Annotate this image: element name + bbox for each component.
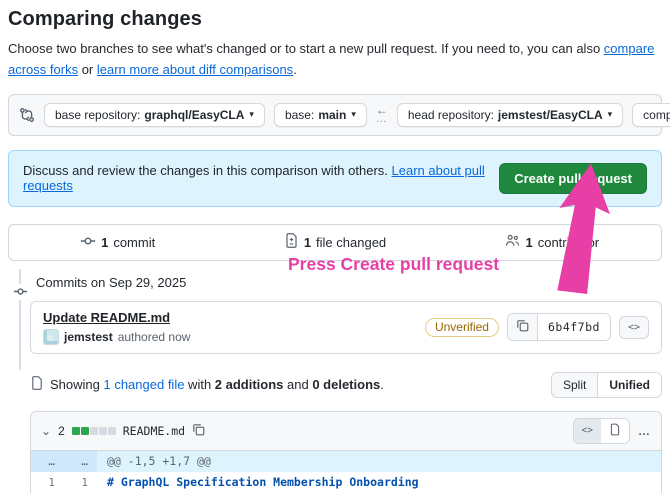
compare-branch-prefix: compare: [643,107,670,122]
diff-filename-link[interactable]: README.md [123,424,185,438]
base-branch-value: main [318,107,347,122]
description-text: . [293,62,297,78]
summary-text: with [184,377,215,393]
changed-file-link[interactable]: 1 changed file [103,377,184,392]
file-diff-icon [30,376,44,393]
diff-table: … … @@ -1,5 +1,7 @@ 1 1 # GraphQL Specif… [31,450,661,493]
line-content: # GraphQL Specification Membership Onboa… [97,472,661,493]
markdown-heading-token: # GraphQL Specification Membership Onboa… [107,475,419,490]
copy-icon [516,319,529,335]
file-diff-icon [284,233,299,251]
summary-text: and [283,377,313,393]
additions-count: 2 additions [214,377,284,393]
browse-code-button[interactable]: <> [618,315,649,339]
hunk-new-gutter[interactable]: … [64,450,97,472]
annotation-label: Press Create pull request [288,254,500,274]
head-repository-prefix: head repository: [407,107,494,122]
page-title: Comparing changes [8,8,202,30]
files-changed-link[interactable]: 1 file changed [226,233,443,252]
copy-commit-sha-button[interactable] [507,314,538,341]
diff-display-segments: <> [572,417,630,444]
copy-path-icon[interactable] [192,423,205,439]
commits-timeline: Commits on Sep 29, 2025 Update README.md… [8,268,662,370]
compare-direction-indicator: ← … [375,104,388,125]
commits-count-link[interactable]: 1 commit [9,233,226,252]
caret-down-icon: ▾ [249,109,254,120]
commit-meta: jemstest authored now [43,328,191,345]
page-description: Choose two branches to see what's change… [8,38,662,81]
base-repository-value: graphql/EasyCLA [144,107,245,122]
old-line-number: 1 [48,475,55,489]
summary-text: Showing [50,377,104,393]
caret-down-icon: ▾ [607,109,613,120]
git-compare-icon [19,107,35,123]
description-text: or [78,62,97,78]
commit-card: Update README.md jemstest authored now U… [30,300,662,354]
base-branch-select[interactable]: base: main ▾ [273,102,367,127]
compare-branch-select[interactable]: compare: patch-2 ▾ [632,102,670,127]
base-branch-prefix: base: [284,107,315,122]
contributors-label: contributor [537,234,600,250]
files-summary-row: Showing 1 changed file with 2 additions … [30,371,662,398]
caret-down-icon: ▾ [351,109,356,120]
create-pull-request-button[interactable]: Create pull request [499,162,647,194]
banner-message: Discuss and review the changes in this c… [23,163,392,179]
files-summary-text: Showing 1 changed file with 2 additions … [30,376,384,393]
code-icon: <> [627,321,640,333]
branch-selector-bar: base repository: graphql/EasyCLA ▾ base:… [8,93,670,136]
people-icon [505,233,520,251]
diff-line-context: 1 1 # GraphQL Specification Membership O… [31,472,661,493]
summary-text: . [380,377,384,393]
contributors-count-link[interactable]: 1 contributor [444,233,661,252]
hunk-row: … … @@ -1,5 +1,7 @@ [31,450,661,472]
diff-file-header: ⌄ 2 README.md <> … [31,411,661,451]
source-view-button[interactable]: <> [573,418,601,443]
collapse-file-chevron[interactable]: ⌄ [41,425,51,437]
range-dots-icon: … [375,112,388,125]
deletions-count: 0 deletions [312,377,381,393]
files-changed-label: file changed [316,234,387,250]
base-repository-select[interactable]: base repository: graphql/EasyCLA ▾ [44,102,265,127]
files-summary-sentence: Showing 1 changed file with 2 additions … [50,377,384,392]
commit-card-right: Unverified 6b4f7bd <> [424,313,649,342]
head-repository-select[interactable]: head repository: jemstest/EasyCLA ▾ [396,102,624,127]
file-icon [609,423,621,439]
commit-authored-time: authored now [117,329,191,344]
head-repository-value: jemstest/EasyCLA [497,107,603,122]
unverified-badge[interactable]: Unverified [424,317,499,337]
hunk-header: @@ -1,5 +1,7 @@ [97,450,661,472]
commit-hash-group: 6b4f7bd [506,313,611,342]
commit-sha-link[interactable]: 6b4f7bd [537,314,610,341]
banner-text: Discuss and review the changes in this c… [23,163,499,193]
diff-file-card: ⌄ 2 README.md <> … … … @@ -1,5 +1,7 @@ 1… [30,410,662,493]
create-pr-banner: Discuss and review the changes in this c… [8,149,662,207]
diff-comparisons-link[interactable]: learn more about diff comparisons [97,62,293,77]
files-changed-count: 1 [303,234,312,250]
description-text: Choose two branches to see what's change… [8,41,604,56]
base-repository-prefix: base repository: [55,107,141,122]
diffstat-squares [71,426,116,435]
compare-page: Comparing changes Choose two branches to… [0,0,670,493]
hunk-old-gutter[interactable]: … [31,450,64,472]
diff-changes-count: 2 [58,423,65,438]
commit-author-link[interactable]: jemstest [64,330,113,344]
commits-label: commit [113,234,156,250]
diff-header-actions: <> … [572,417,651,444]
code-icon: <> [581,425,593,437]
rich-diff-button[interactable] [601,418,629,443]
new-line-number: 1 [81,475,88,489]
git-commit-icon [11,283,29,300]
kebab-menu-icon[interactable]: … [638,424,651,438]
commits-date-heading: Commits on Sep 29, 2025 [36,274,187,290]
avatar[interactable] [43,328,59,345]
commit-title-link[interactable]: Update README.md [43,310,170,325]
split-view-button[interactable]: Split [552,373,597,397]
diff-view-toggle: Split Unified [550,371,662,398]
unified-view-button[interactable]: Unified [597,372,661,397]
contributors-count: 1 [525,234,533,250]
commit-card-left: Update README.md jemstest authored now [43,310,190,345]
commits-count: 1 [101,234,109,250]
git-commit-icon [80,233,96,252]
